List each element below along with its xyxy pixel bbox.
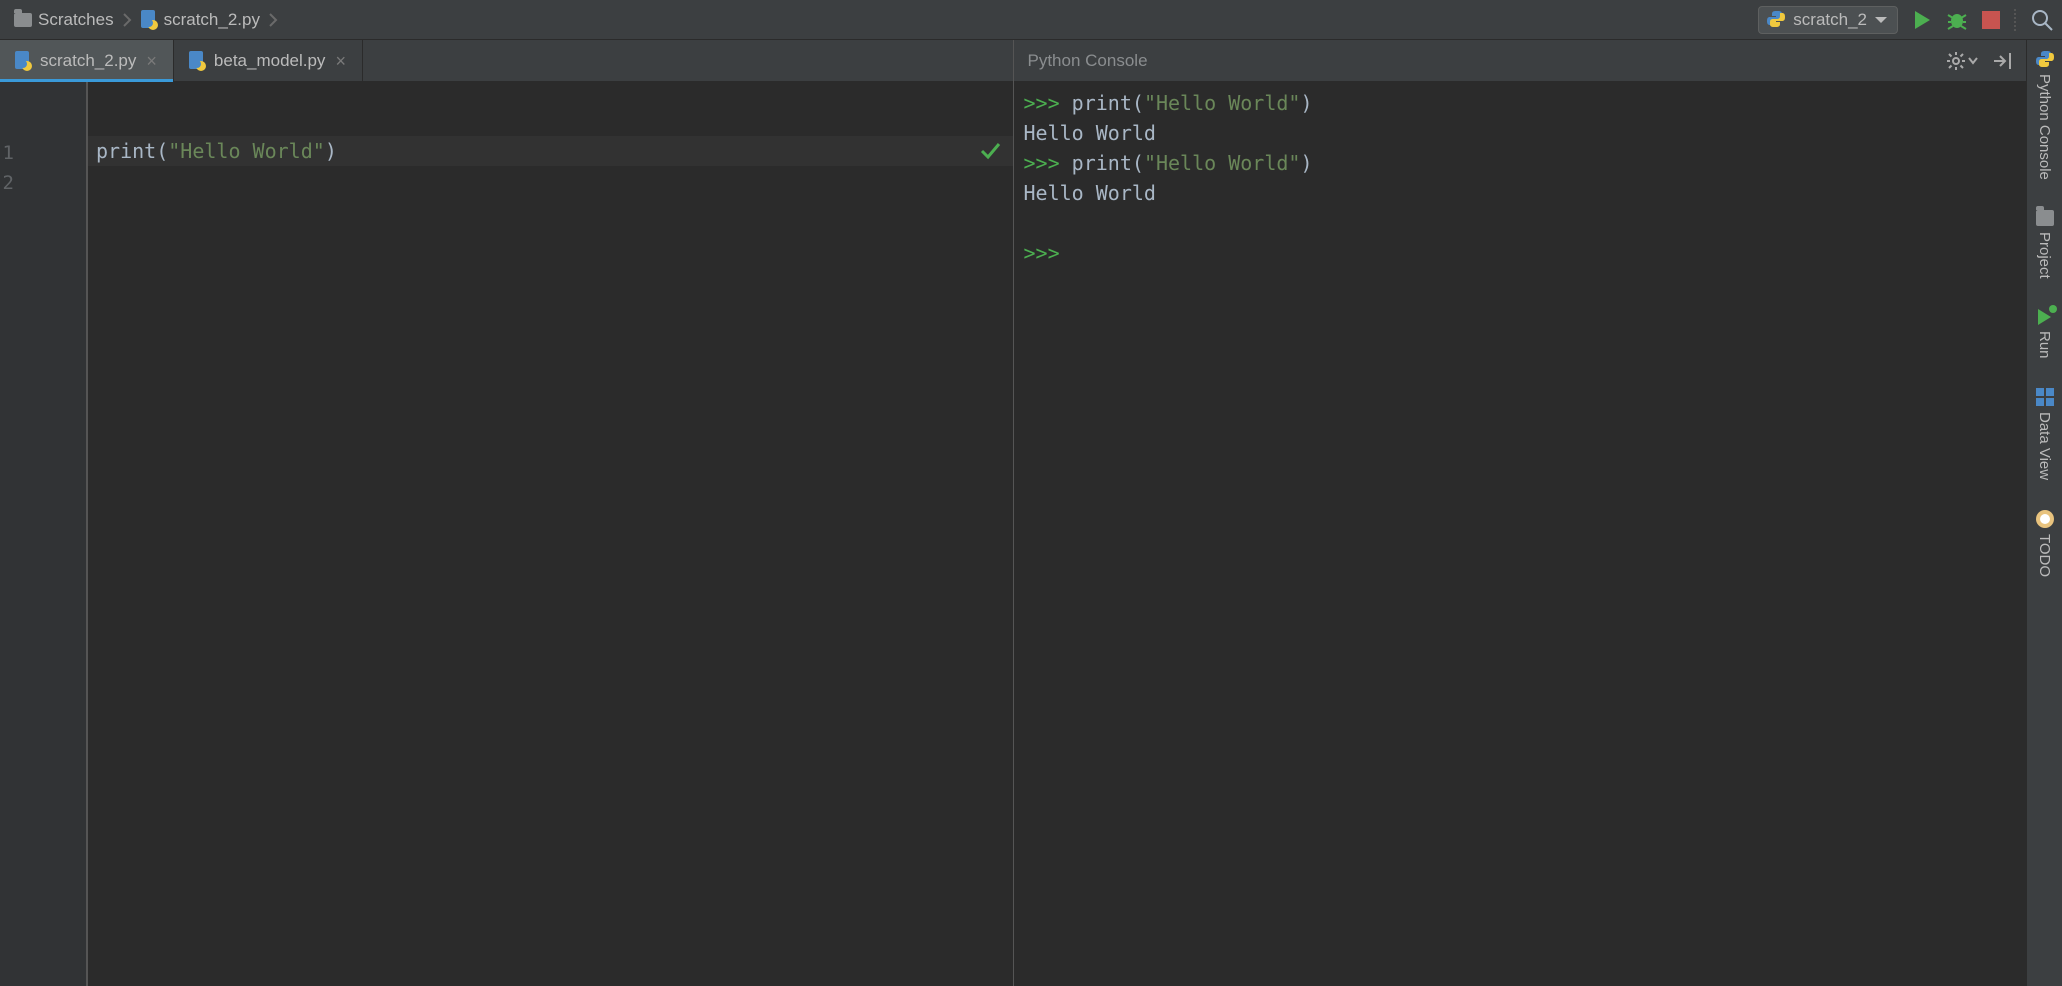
token-punct: ( [156,139,168,163]
chevron-down-icon [1875,17,1887,23]
console-output[interactable]: >>> print("Hello World")Hello World>>> p… [1014,82,2027,986]
tool-project[interactable]: Project [2036,210,2054,279]
line-number: 1 [0,138,86,168]
folder-icon [14,13,32,27]
token-function: print [96,139,156,163]
editor-tab-label: beta_model.py [214,51,326,71]
stop-button[interactable] [1982,11,2000,29]
python-icon [2036,50,2054,68]
breadcrumb-file-label: scratch_2.py [164,10,260,30]
debug-button[interactable] [1946,9,1968,31]
breadcrumb-separator-icon [122,10,132,30]
close-icon[interactable]: × [144,52,159,70]
tool-data-view[interactable]: Data View [2036,388,2054,480]
console-title: Python Console [1028,51,1148,71]
console-header: Python Console [1014,40,2027,82]
python-icon [1767,10,1785,30]
breadcrumb-folder-label: Scratches [38,10,114,30]
tool-label: TODO [2036,534,2053,577]
tool-python-console[interactable]: Python Console [2036,50,2054,180]
close-icon[interactable]: × [333,52,348,70]
editor-tab-scratch-2[interactable]: scratch_2.py × [0,40,174,81]
main-split: scratch_2.py × beta_model.py × 1 2 [0,40,2062,986]
editor-tab-beta-model[interactable]: beta_model.py × [174,40,363,81]
tool-label: Run [2036,331,2053,359]
todo-icon [2036,510,2054,528]
breadcrumb: Scratches scratch_2.py [8,8,278,32]
line-number: 2 [0,168,86,198]
code-line: print("Hello World") [96,136,1013,166]
editor-area: 1 2 print("Hello World") [0,82,1013,986]
run-icon [2038,309,2051,325]
python-file-icon [188,51,206,71]
search-button[interactable] [2030,8,2054,32]
grid-icon [2036,388,2054,406]
console-line: >>> print("Hello World") [1024,88,2017,118]
token-punct: ) [325,139,337,163]
toolbar-right: scratch_2 [1758,6,2054,34]
breadcrumb-separator-icon [268,10,278,30]
tool-run[interactable]: Run [2036,309,2053,359]
run-configuration-label: scratch_2 [1793,10,1867,30]
code-editor[interactable]: print("Hello World") [86,82,1013,986]
console-line [1024,208,2017,238]
tool-label: Project [2036,232,2053,279]
toolbar-divider [2014,9,2016,31]
editor-gutter: 1 2 [0,82,86,986]
top-toolbar: Scratches scratch_2.py [0,0,2062,40]
run-configuration-selector[interactable]: scratch_2 [1758,6,1898,34]
console-line: >>> [1024,238,2017,268]
breadcrumb-file[interactable]: scratch_2.py [134,8,266,32]
python-file-icon [140,10,158,30]
inspection-ok-icon[interactable] [979,134,1001,164]
tool-label: Python Console [2036,74,2053,180]
console-line: >>> print("Hello World") [1024,148,2017,178]
editor-pane: scratch_2.py × beta_model.py × 1 2 [0,40,1014,986]
right-tool-rail: Python Console Project Run Data View TOD… [2026,40,2062,986]
console-pane: Python Console [1014,40,2027,986]
tool-label: Data View [2036,412,2053,480]
token-string: "Hello World" [168,139,325,163]
console-settings-button[interactable] [1946,51,1978,71]
console-line: Hello World [1024,118,2017,148]
console-line: Hello World [1024,178,2017,208]
run-button[interactable] [1912,9,1932,31]
python-file-icon [14,51,32,71]
tool-todo[interactable]: TODO [2036,510,2054,577]
editor-tab-label: scratch_2.py [40,51,136,71]
folder-icon [2036,210,2054,226]
breadcrumb-folder[interactable]: Scratches [8,8,120,32]
editor-tabs: scratch_2.py × beta_model.py × [0,40,1013,82]
hide-console-button[interactable] [1992,51,2012,71]
